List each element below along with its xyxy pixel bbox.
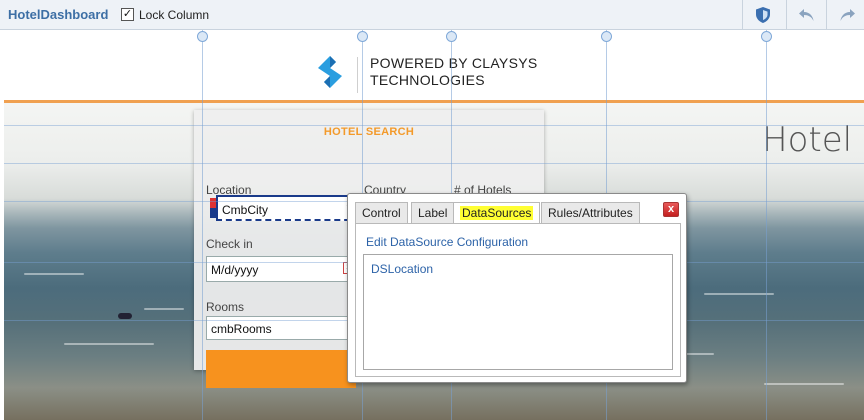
undo-icon (798, 9, 813, 21)
column-handle[interactable] (761, 31, 772, 42)
tab-datasources-label: DataSources (460, 206, 534, 220)
edit-datasource-link[interactable]: Edit DataSource Configuration (366, 235, 528, 249)
shield-button[interactable] (742, 0, 782, 30)
app-title: HotelDashboard (8, 7, 109, 22)
datasource-item[interactable]: DSLocation (371, 262, 433, 276)
location-combobox[interactable]: CmbCity ▼ (216, 195, 360, 221)
close-button[interactable]: x (663, 202, 679, 217)
datasource-list: DSLocation (363, 254, 673, 370)
tab-datasources[interactable]: DataSources (453, 202, 541, 224)
column-guide (766, 30, 767, 420)
claysys-logo-icon (318, 56, 342, 88)
properties-popup: Control Label DataSources Rules/Attribut… (347, 193, 687, 383)
tab-label[interactable]: Label (411, 202, 455, 223)
column-guide (202, 30, 203, 420)
row-guide (4, 125, 864, 126)
check-in-value: M/d/yyyy (211, 263, 259, 277)
close-icon: x (667, 203, 675, 215)
column-handle[interactable] (197, 31, 208, 42)
logo-divider (357, 57, 358, 93)
rooms-value: cmbRooms (211, 322, 272, 336)
shield-icon (755, 7, 770, 23)
search-button[interactable] (206, 350, 356, 388)
redo-button[interactable] (826, 0, 864, 30)
hotel-heading: Hotel (762, 120, 853, 160)
powered-by-text: POWERED BY CLAYSYS TECHNOLOGIES (370, 55, 538, 89)
lock-column-label[interactable]: Lock Column (139, 8, 209, 22)
column-handle[interactable] (357, 31, 368, 42)
powered-line-2: TECHNOLOGIES (370, 72, 485, 88)
tab-rules-attributes[interactable]: Rules/Attributes (541, 202, 640, 223)
datasources-tab-body: Edit DataSource Configuration DSLocation (355, 223, 681, 377)
redo-icon (840, 9, 855, 21)
lock-column-checkbox[interactable]: ✓ (121, 8, 134, 21)
check-in-label: Check in (206, 237, 253, 251)
location-value: CmbCity (222, 203, 269, 217)
column-handle[interactable] (601, 31, 612, 42)
column-handle[interactable] (446, 31, 457, 42)
top-toolbar: HotelDashboard ✓ Lock Column (0, 0, 864, 30)
row-guide (4, 163, 864, 164)
powered-line-1: POWERED BY CLAYSYS (370, 55, 538, 71)
tab-control[interactable]: Control (355, 202, 408, 223)
panel-title: HOTEL SEARCH (323, 126, 415, 138)
rooms-label: Rooms (206, 300, 245, 314)
check-in-date-input[interactable]: M/d/yyyy 1 (206, 256, 356, 282)
undo-button[interactable] (786, 0, 826, 30)
